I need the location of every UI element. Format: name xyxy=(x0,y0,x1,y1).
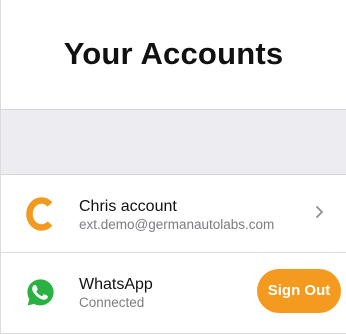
header: Your Accounts xyxy=(1,0,346,110)
sign-out-button[interactable]: Sign Out xyxy=(257,269,341,313)
account-name: WhatsApp xyxy=(79,276,153,293)
accounts-screen: Your Accounts Chris account ext.demo@ger… xyxy=(0,0,346,334)
connection-status: Connected xyxy=(79,295,145,310)
section-spacer xyxy=(1,110,346,175)
account-info: WhatsApp Connected xyxy=(79,275,153,312)
account-info: Chris account ext.demo@germanautolabs.co… xyxy=(79,197,274,234)
account-name: Chris account xyxy=(79,198,177,215)
account-row-whatsapp: WhatsApp Connected Sign Out xyxy=(1,253,346,334)
account-email: ext.demo@germanautolabs.com xyxy=(79,217,275,232)
account-row-chris[interactable]: Chris account ext.demo@germanautolabs.co… xyxy=(1,175,346,253)
page-title: Your Accounts xyxy=(63,36,284,71)
